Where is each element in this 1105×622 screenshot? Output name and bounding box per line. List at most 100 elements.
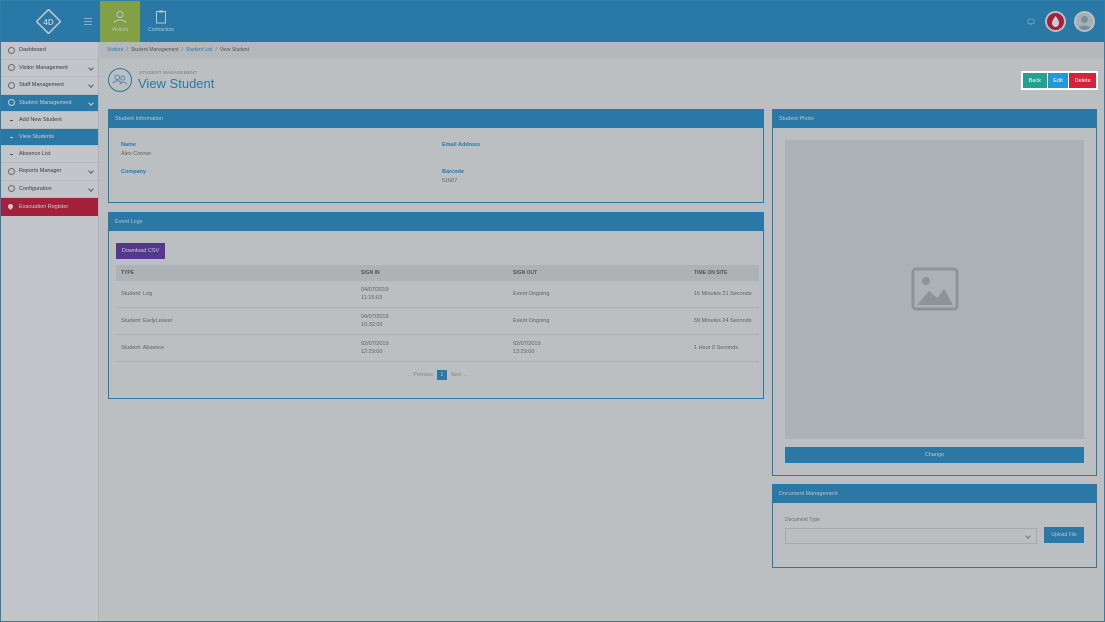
name-field: Name Alex Conner (121, 142, 151, 157)
user-avatar-icon (1078, 16, 1091, 30)
sidebar-item-student-management[interactable]: Student Management (1, 94, 98, 112)
breadcrumb-student-management: Student Management (130, 47, 179, 53)
sidebar-subitem-add-new-student[interactable]: Add New Student (1, 112, 98, 129)
chevron-down-icon (88, 82, 94, 88)
user-icon (114, 11, 126, 24)
sidebar-item-dashboard[interactable]: Dashboard (1, 42, 98, 60)
column-header-type[interactable]: TYPE (116, 270, 357, 276)
table-row[interactable]: Student: EarlyLeaver 04/07/2019 10:32:00 … (116, 308, 759, 335)
chevron-down-icon (1025, 533, 1031, 539)
cell-type: Student: Absence (121, 345, 165, 351)
event-logs-panel: Event Logs Download CSV TYPE SIGN IN SIG… (108, 212, 764, 399)
back-button[interactable]: Back (1023, 73, 1047, 88)
page-subtitle: STUDENT MANAGEMENT (139, 70, 198, 75)
company-field: Company (121, 169, 146, 178)
cell-time-on-site: 16 Minutes 21 Seconds (694, 291, 752, 297)
student-management-icon (108, 68, 132, 92)
table-row[interactable]: Student: Absence 02/07/2019 12:29:00 02/0… (116, 335, 759, 362)
sign-in-date: 02/07/2019 (361, 341, 389, 347)
student-photo-panel: Student Photo Change (772, 109, 1097, 476)
top-bar: 4D Visitors Contractors (1, 1, 1104, 42)
menu-toggle-icon[interactable] (84, 18, 92, 25)
sidebar-item-evacuation-register[interactable]: Evacuation Register (1, 198, 98, 216)
sign-in-date: 04/07/2019 (361, 314, 389, 320)
email-label: Email Address (442, 142, 481, 148)
cell-sign-in: 02/07/2019 12:29:00 (357, 340, 509, 356)
next-page-link[interactable]: Next → (451, 372, 468, 378)
dashboard-icon (8, 46, 15, 54)
download-csv-button[interactable]: Download CSV (116, 243, 165, 259)
cell-type: Student: EarlyLeaver (121, 318, 173, 324)
chevron-down-icon (88, 64, 94, 71)
bell-icon[interactable] (1026, 16, 1036, 26)
email-field: Email Address (442, 142, 480, 151)
user-avatar-button[interactable] (1074, 11, 1095, 32)
sign-in-date: 04/07/2019 (361, 287, 389, 293)
sign-in-time: 12:29:00 (361, 349, 383, 355)
table-header: TYPE SIGN IN SIGN OUT TIME ON SITE (116, 265, 759, 281)
student-photo-placeholder (785, 140, 1084, 439)
sidebar-subitem-view-students[interactable]: View Students (1, 129, 98, 146)
delete-button[interactable]: Delete (1069, 73, 1096, 88)
sign-out-date: Event Ongoing (513, 318, 550, 324)
breadcrumb-student-list[interactable]: Student List (186, 47, 212, 53)
staff-icon (8, 81, 15, 89)
barcode-field: Barcode 51607 (442, 169, 464, 184)
sidebar-item-label: Configuration (19, 185, 52, 192)
column-header-time-on-site[interactable]: TIME ON SITE (690, 270, 759, 276)
clipboard-icon (156, 10, 166, 24)
cell-sign-in: 04/07/2019 10:32:00 (357, 313, 509, 329)
bullet (10, 136, 13, 138)
cell-time-on-site: 1 Hour 0 Seconds (694, 345, 739, 351)
sidebar: Dashboard Visitor Management Staff Manag… (1, 42, 99, 621)
sidebar-item-label: View Students (19, 134, 55, 140)
company-label: Company (121, 169, 147, 175)
evacuation-button[interactable] (1045, 11, 1066, 32)
logo-area[interactable]: 4D (1, 1, 99, 42)
cell-time-on-site: 59 Minutes 24 Seconds (694, 318, 752, 324)
barcode-label: Barcode (442, 169, 465, 175)
breadcrumb-separator: / (215, 47, 217, 53)
name-label: Name (121, 142, 136, 148)
image-placeholder-icon (911, 267, 959, 311)
cell-sign-out: 02/07/2019 13:29:00 (509, 340, 690, 356)
app-frame: 4D Visitors Contractors Dashboard Visito… (0, 0, 1105, 622)
tab-visitors[interactable]: Visitors (100, 1, 140, 42)
sign-out-time: 13:29:00 (513, 349, 535, 355)
sidebar-item-configuration[interactable]: Configuration (1, 181, 98, 198)
upload-file-button[interactable]: Upload File (1044, 527, 1084, 543)
document-type-select[interactable] (785, 528, 1037, 544)
change-photo-button[interactable]: Change (785, 447, 1084, 463)
sign-in-time: 11:15:03 (361, 295, 383, 301)
tab-contractors[interactable]: Contractors (141, 1, 181, 42)
breadcrumb-view-student: View Student (219, 47, 250, 53)
column-header-sign-in[interactable]: SIGN IN (357, 269, 509, 277)
flame-icon (6, 203, 15, 211)
sidebar-item-visitor-management[interactable]: Visitor Management (1, 60, 98, 77)
chevron-down-icon (88, 99, 94, 106)
chevron-down-icon (88, 185, 94, 192)
svg-text:4D: 4D (43, 18, 53, 27)
panel-header: Document Management (773, 485, 1096, 503)
chevron-down-icon (88, 168, 94, 174)
sidebar-item-label: Evacuation Register (19, 203, 69, 210)
cell-sign-out: Event Ongoing (509, 317, 690, 325)
tab-contractors-label: Contractors (148, 27, 174, 33)
edit-button[interactable]: Edit (1047, 73, 1069, 88)
sidebar-item-label: Absence List (19, 151, 51, 157)
sidebar-item-label: Visitor Management (19, 64, 68, 71)
sidebar-subitem-absence-list[interactable]: Absence List (1, 146, 98, 163)
page-number-current[interactable]: 1 (436, 370, 447, 380)
sidebar-item-label: Staff Management (19, 82, 64, 89)
previous-page-link[interactable]: ← Previous (407, 372, 433, 378)
breadcrumb: Visitors / Student Management / Student Li… (100, 42, 1104, 58)
breadcrumb-visitors[interactable]: Visitors (107, 47, 123, 53)
sidebar-item-staff-management[interactable]: Staff Management (1, 77, 98, 95)
gear-icon (8, 185, 15, 193)
flame-icon (1052, 16, 1059, 27)
column-header-sign-out[interactable]: SIGN OUT (509, 269, 690, 277)
sidebar-item-reports-manager[interactable]: Reports Manager (1, 163, 98, 181)
sign-out-date: Event Ongoing (513, 291, 550, 297)
sidebar-item-label: Reports Manager (19, 168, 62, 175)
table-row[interactable]: Student: Log 04/07/2019 11:15:03 Event On… (116, 281, 759, 308)
